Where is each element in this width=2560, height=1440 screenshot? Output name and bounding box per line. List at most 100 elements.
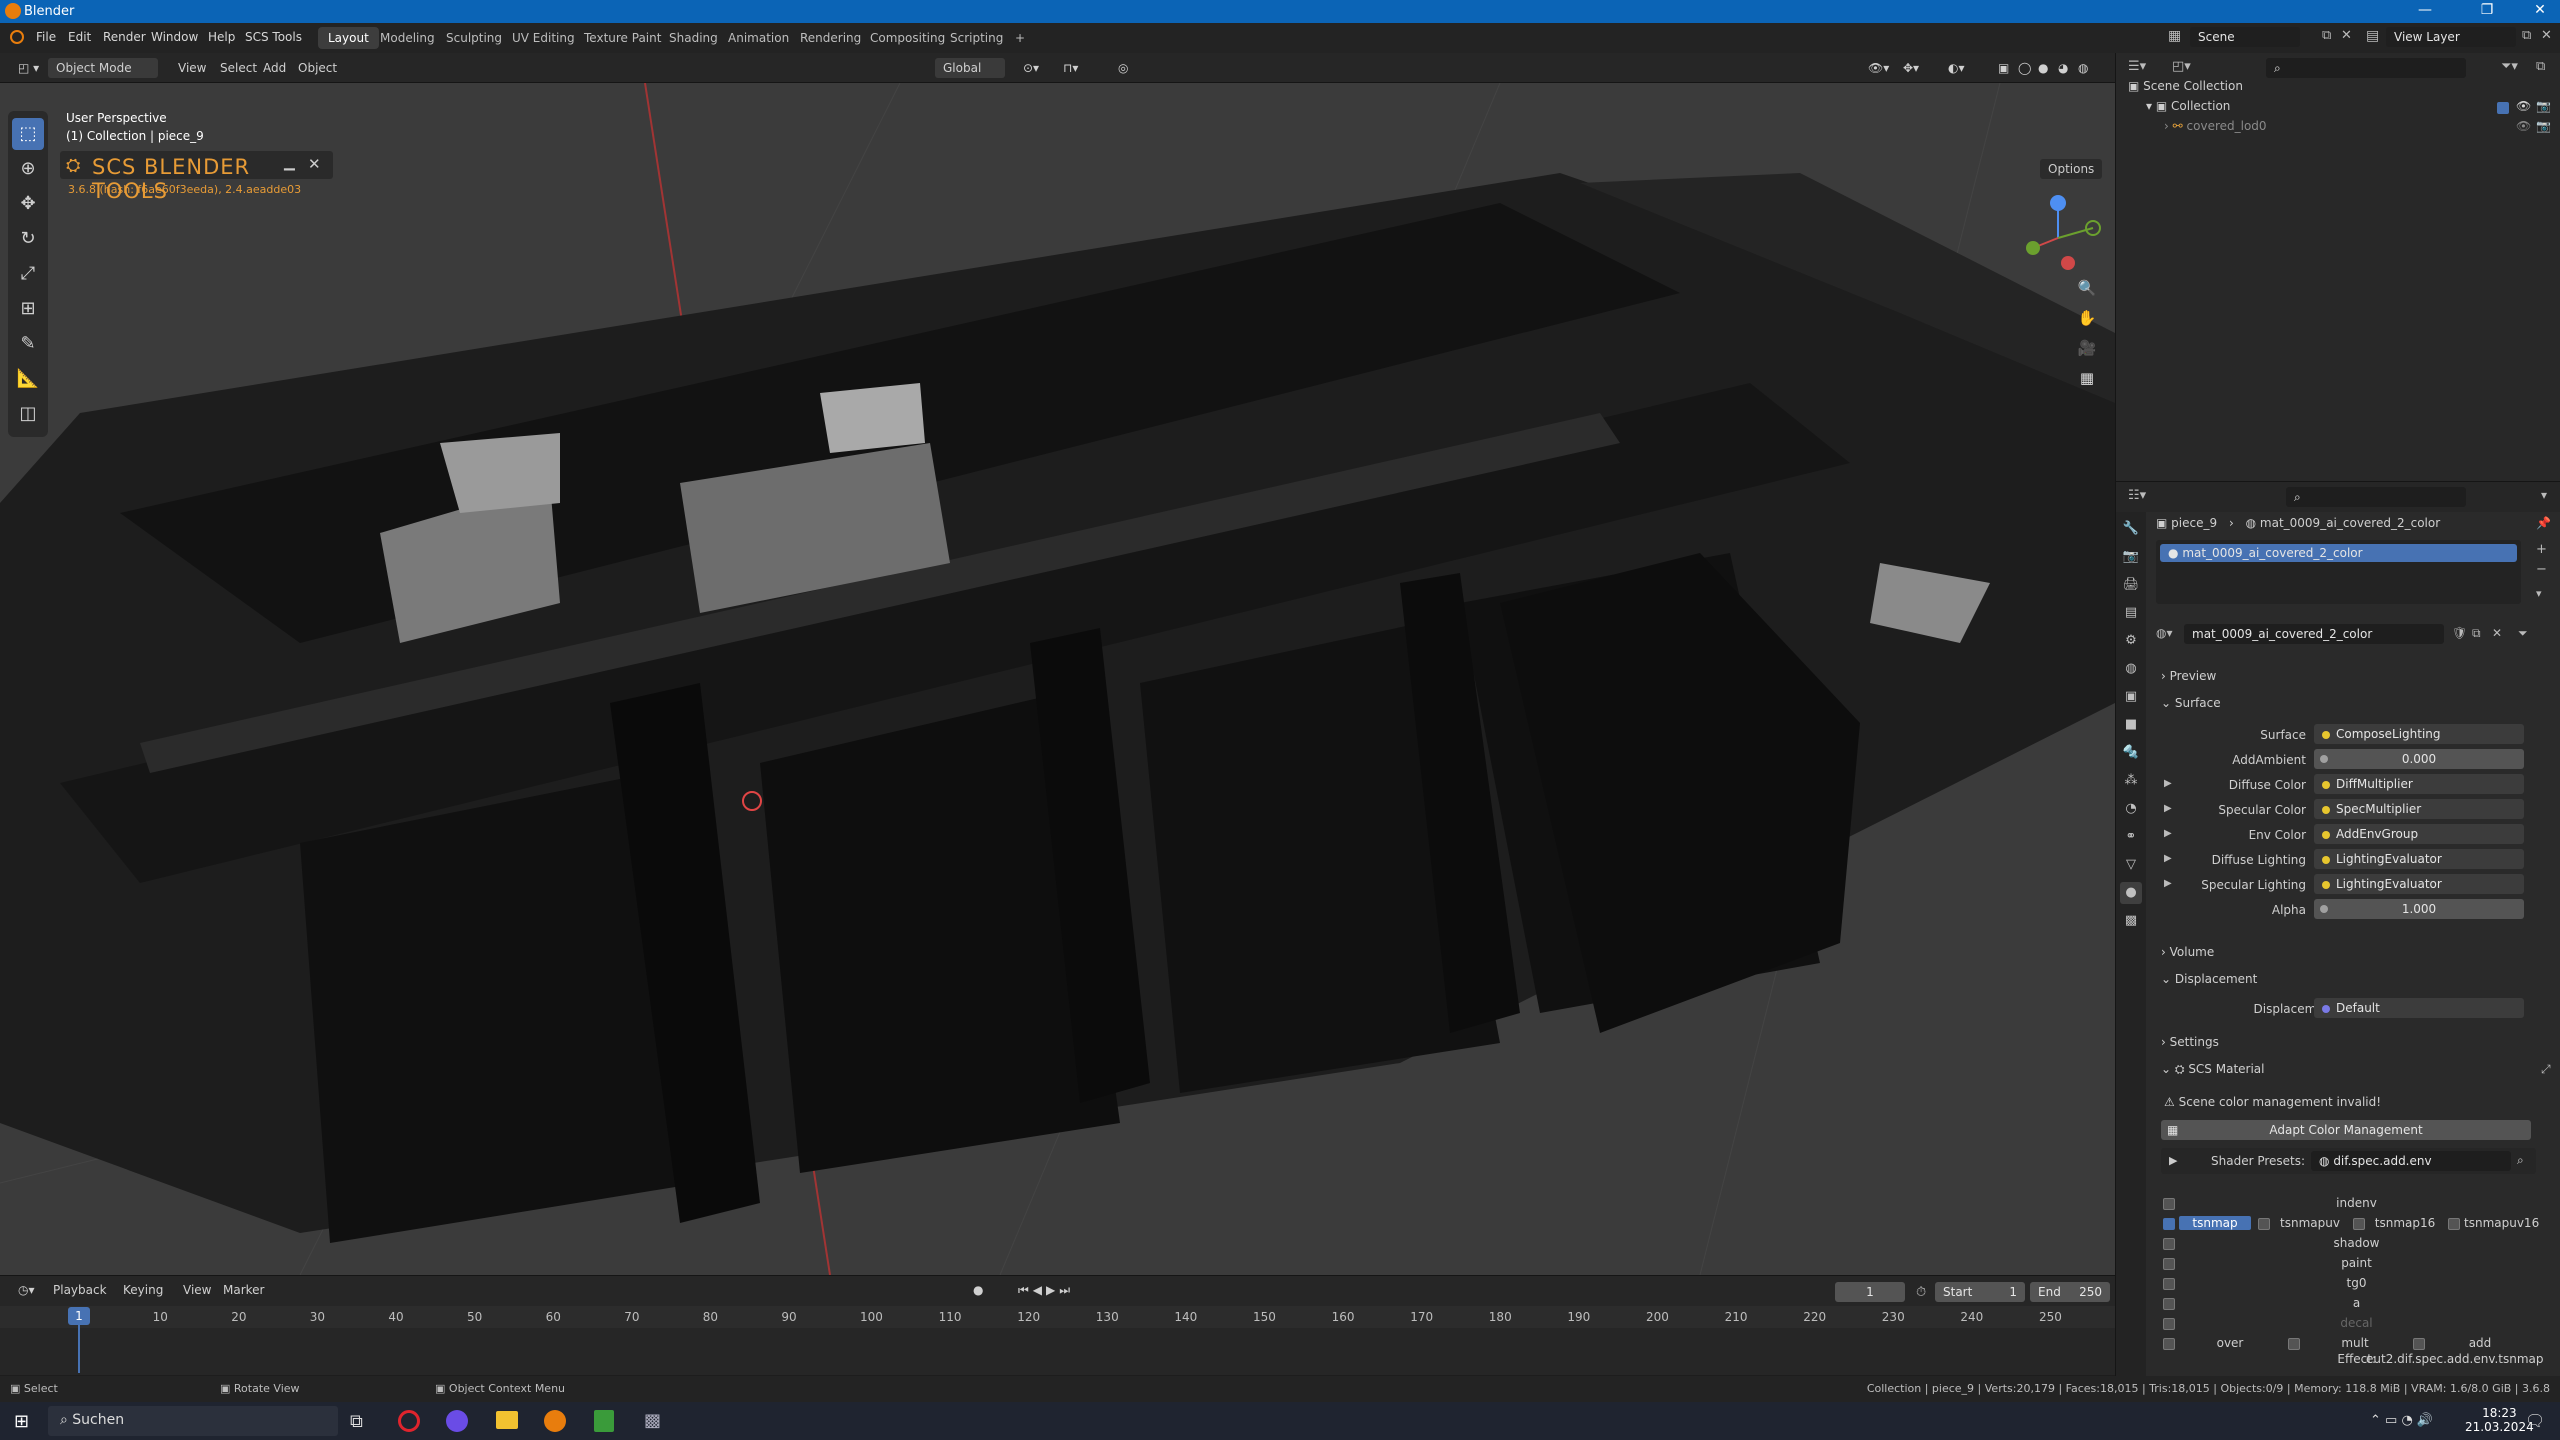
proportional-edit-icon[interactable]: ◎ (1110, 58, 1136, 78)
menu-help[interactable]: Help (208, 30, 235, 44)
delete-view-layer-icon[interactable]: ✕ (2541, 29, 2552, 42)
adapt-color-management-button[interactable]: ▦ Adapt Color Management (2161, 1120, 2531, 1140)
outliner-search[interactable]: ⌕ (2266, 58, 2466, 78)
tab-scripting[interactable]: Scripting (940, 27, 1013, 49)
properties-editor[interactable]: ☷▾ ⌕ ▾ 🔧 📷 🖨 ▤ ⚙ ◍ ▣ ■ 🔩 ⁂ ◔ ⚭ ▽ ● ▩ ▣ p… (2115, 481, 2560, 1377)
filter-icon[interactable]: ⏷▾ (2501, 59, 2518, 74)
cursor-tool-icon[interactable]: ⊕ (12, 153, 44, 185)
preset-search-icon[interactable]: ⌕ (2517, 1153, 2524, 1168)
tray-icons[interactable]: ⌃ ▭ ◔ 🔊 (2370, 1413, 2433, 1428)
add-slot-icon[interactable]: + (2536, 542, 2547, 557)
surface-row-field[interactable]: DiffMultiplier (2314, 774, 2524, 794)
scs-flag-indenv[interactable]: indenv (2161, 1195, 2536, 1213)
zoom-icon[interactable]: 🔍 (2072, 273, 2102, 303)
outliner-row-collection[interactable]: ▾ ▣ Collection (2146, 99, 2230, 113)
section-scs-material[interactable]: ⌄ ⛭ SCS Material (2161, 1062, 2265, 1077)
add-cube-tool-icon[interactable]: ◫ (12, 398, 44, 430)
blender-taskbar-icon[interactable] (544, 1410, 566, 1432)
flag-checkbox[interactable] (2163, 1238, 2175, 1250)
expand-socket-icon[interactable]: ▶ (2164, 778, 2172, 789)
notepad-icon[interactable] (594, 1410, 614, 1432)
scs-flag-over[interactable]: over (2161, 1335, 2283, 1353)
scs-flag-add[interactable]: add (2411, 1335, 2533, 1353)
browse-material-icon[interactable]: ◍▾ (2156, 626, 2173, 640)
flag-checkbox[interactable] (2163, 1258, 2175, 1270)
flag-checkbox[interactable] (2163, 1198, 2175, 1210)
shader-preset-dropdown[interactable]: ◍ dif.spec.add.env (2311, 1151, 2511, 1171)
current-frame-field[interactable]: 1 (1835, 1282, 1905, 1302)
windows-start-icon[interactable]: ⊞ (14, 1411, 29, 1432)
duplicate-material-icon[interactable]: ⧉ (2472, 626, 2481, 641)
rotate-tool-icon[interactable]: ↻ (12, 223, 44, 255)
collection-render-icon[interactable]: 📷 (2536, 99, 2551, 113)
pivot-icon[interactable]: ⊙▾ (1015, 58, 1047, 78)
mode-selector[interactable]: Object Mode (48, 58, 158, 78)
scs-flag-paint[interactable]: paint (2161, 1255, 2536, 1273)
transform-orientation[interactable]: Global (935, 58, 1005, 78)
new-collection-icon[interactable]: ⧉ (2536, 59, 2545, 74)
menu-add[interactable]: Add (255, 58, 294, 78)
unlink-material-icon[interactable]: ✕ (2492, 626, 2502, 640)
scale-tool-icon[interactable]: ⤢ (12, 258, 44, 290)
snap-icon[interactable]: ⊓▾ (1055, 58, 1086, 78)
blender-menu-icon[interactable] (10, 30, 24, 44)
measure-tool-icon[interactable]: 📐 (12, 363, 44, 395)
task-view-icon[interactable]: ⧉ (350, 1411, 363, 1432)
section-preview[interactable]: › Preview (2161, 669, 2216, 683)
menu-file[interactable]: File (36, 30, 56, 44)
world-tab-icon[interactable]: ◍ (2120, 658, 2142, 680)
scs-flag-mult[interactable]: mult (2286, 1335, 2408, 1353)
add-workspace-icon[interactable]: + (1005, 27, 1035, 49)
outliner-editor-icon[interactable]: ☰▾ (2128, 59, 2146, 74)
surface-row-field[interactable]: 0.000 (2314, 749, 2524, 769)
start-frame-field[interactable]: Start 1 (1935, 1282, 2025, 1302)
tab-animation[interactable]: Animation (718, 27, 799, 49)
options-dropdown[interactable]: Options (2040, 159, 2103, 179)
expand-socket-icon[interactable]: ▶ (2164, 828, 2172, 839)
flag-checkbox[interactable] (2163, 1318, 2175, 1330)
scs-flag-tsnmapuv16[interactable]: tsnmapuv16 (2446, 1215, 2539, 1233)
scs-flag-tsnmapuv[interactable]: tsnmapuv (2256, 1215, 2348, 1233)
stopwatch-icon[interactable]: ⏱ (1916, 1286, 1926, 1299)
section-volume[interactable]: › Volume (2161, 945, 2214, 959)
flag-checkbox[interactable] (2353, 1218, 2365, 1230)
surface-row-field[interactable]: AddEnvGroup (2314, 824, 2524, 844)
expand-arrow-icon[interactable]: › (2164, 119, 2169, 133)
physics-tab-icon[interactable]: ◔ (2120, 798, 2142, 820)
scs-flag-tg0[interactable]: tg0 (2161, 1275, 2536, 1293)
render-tab-icon[interactable]: 📷 (2120, 546, 2142, 568)
material-tab-icon[interactable]: ● (2120, 882, 2142, 904)
3d-viewport[interactable]: ⬚ ⊕ ✥ ↻ ⤢ ⊞ ✎ 📐 ◫ User Perspective (1) C… (0, 83, 2115, 1275)
fake-user-icon[interactable]: 🛡 (2452, 626, 2467, 640)
surface-row-field[interactable]: LightingEvaluator (2314, 849, 2524, 869)
file-explorer-icon[interactable] (496, 1411, 518, 1429)
menu-scs-tools[interactable]: SCS Tools (245, 30, 302, 44)
scs-close-icon[interactable]: ✕ (308, 155, 321, 173)
flag-checkbox[interactable] (2163, 1218, 2175, 1230)
browser-icon[interactable] (446, 1410, 468, 1432)
data-tab-icon[interactable]: ▽ (2120, 854, 2142, 876)
end-frame-field[interactable]: End 250 (2030, 1282, 2110, 1302)
outliner-row-covered-lod0[interactable]: › ⚯ covered_lod0 (2164, 119, 2267, 133)
object-visibility-icon[interactable]: 👁 (2516, 119, 2531, 133)
flag-checkbox[interactable] (2413, 1338, 2425, 1350)
visibility-icon[interactable]: 👁▾ (1860, 58, 1897, 78)
surface-row-field[interactable]: 1.000 (2314, 899, 2524, 919)
taskbar-search[interactable]: ⌕ Suchen (48, 1406, 338, 1436)
notification-icon[interactable]: 🗨 (2525, 1411, 2545, 1430)
menu-playback[interactable]: Playback (45, 1280, 115, 1300)
remove-slot-icon[interactable]: − (2536, 562, 2547, 577)
properties-options-icon[interactable]: ▾ (2541, 488, 2547, 502)
move-tool-icon[interactable]: ✥ (12, 188, 44, 220)
expand-socket-icon[interactable]: ▶ (2164, 853, 2172, 864)
view-layer-tab-icon[interactable]: ▤ (2120, 602, 2142, 624)
opera-icon[interactable] (398, 1410, 420, 1432)
material-slot-item[interactable]: ● mat_0009_ai_covered_2_color (2160, 544, 2517, 562)
tool-tab-icon[interactable]: 🔧 (2120, 518, 2142, 540)
tab-sculpting[interactable]: Sculpting (436, 27, 512, 49)
menu-marker[interactable]: Marker (215, 1280, 272, 1300)
collection-include-checkbox[interactable] (2497, 102, 2509, 114)
timeline[interactable]: ◷▾ Playback Keying View Marker ● ⏮◀▶⏭ 1 … (0, 1275, 2115, 1375)
surface-row-field[interactable]: SpecMultiplier (2314, 799, 2524, 819)
select-box-icon[interactable]: ⬚ (12, 118, 44, 150)
